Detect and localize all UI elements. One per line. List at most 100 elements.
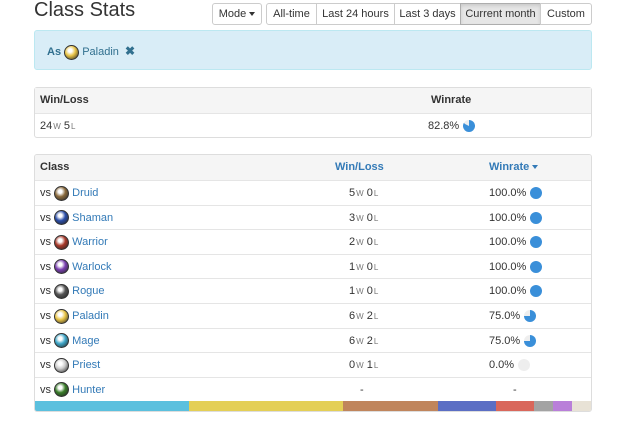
druid-icon [54, 185, 70, 201]
filter-alert: As Paladin ✖ [34, 30, 592, 70]
summary-row: 24W 5L 82.8% [35, 113, 591, 138]
class-table-header-row: Class Win/Loss Winrate [35, 155, 591, 180]
table-row: vs Paladin 6W 2L 75.0% [35, 302, 591, 328]
class-distribution-bar [35, 401, 591, 411]
vs-label: vs [40, 285, 51, 298]
table-row: vs Hunter - - [35, 376, 591, 402]
winrate-cell: 100.0% [489, 279, 543, 303]
vs-label: vs [40, 260, 51, 273]
class-link[interactable]: Shaman [72, 212, 113, 224]
class-cell: vs Rogue [40, 279, 105, 303]
shaman-icon [54, 210, 70, 226]
class-cell: vs Warlock [40, 255, 111, 279]
vs-label: vs [40, 309, 51, 322]
class-table-panel: Class Win/Loss Winrate vs Druid 5W 0L 100.… [34, 154, 592, 412]
summary-winloss: 24W 5L [40, 120, 76, 132]
class-cell: vs Priest [40, 353, 100, 377]
winrate-pie-icon [530, 211, 543, 224]
mode-dropdown-button[interactable]: Mode [212, 3, 262, 25]
class-cell: vs Shaman [40, 206, 113, 230]
class-link[interactable]: Paladin [72, 310, 109, 322]
distribution-segment [553, 401, 573, 411]
winloss-column-header[interactable]: Win/Loss [335, 155, 384, 179]
winloss-cell: 2W 0L [349, 236, 379, 249]
vs-label: vs [40, 359, 51, 372]
winrate-cell: 100.0% [489, 255, 543, 279]
distribution-segment [437, 401, 497, 411]
paladin-icon [54, 308, 70, 324]
distribution-segment [343, 401, 438, 411]
range-button-all-time[interactable]: All-time [266, 3, 317, 25]
table-row: vs Druid 5W 0L 100.0% [35, 180, 591, 205]
class-cell: vs Paladin [40, 304, 109, 328]
summary-wins: 24 [40, 120, 53, 132]
class-link[interactable]: Rogue [72, 285, 104, 297]
vs-label: vs [40, 334, 51, 347]
warrior-icon [54, 234, 70, 250]
range-button-last-24-hours[interactable]: Last 24 hours [316, 3, 395, 25]
winrate-pie-icon [530, 285, 543, 298]
winrate-pie-icon [524, 334, 537, 347]
mode-label: Mode [218, 8, 247, 20]
winloss-cell: - [360, 383, 364, 396]
filter-prefix: As [47, 46, 62, 58]
hunter-icon [54, 382, 70, 398]
mage-icon [54, 333, 70, 349]
winrate-cell: 100.0% [489, 206, 543, 230]
class-cell: vs Hunter [40, 378, 105, 402]
rogue-icon [54, 283, 70, 299]
table-row: vs Warrior 2W 0L 100.0% [35, 229, 591, 254]
vs-label: vs [40, 383, 51, 396]
range-button-current-month[interactable]: Current month [460, 3, 541, 25]
class-table-body: vs Druid 5W 0L 100.0% vs Shaman 3W 0L 100.0% v… [35, 180, 591, 401]
winrate-pie-icon [518, 359, 531, 372]
winrate-pie-icon [524, 310, 537, 323]
winrate-cell: 100.0% [489, 230, 543, 254]
page-title: Class Stats [34, 0, 136, 21]
summary-winloss-header: Win/Loss [40, 94, 89, 106]
winloss-cell: 0W 1L [349, 359, 379, 372]
class-link[interactable]: Warlock [72, 261, 111, 273]
winrate-pie-icon [530, 236, 543, 249]
vs-label: vs [40, 187, 51, 199]
range-button-last-3-days[interactable]: Last 3 days [394, 3, 461, 25]
winrate-pie-icon [463, 120, 476, 133]
winrate-cell: - [513, 383, 517, 396]
class-cell: vs Druid [40, 181, 98, 205]
vs-label: vs [40, 211, 51, 224]
winloss-cell: 6W 2L [349, 309, 379, 322]
winloss-cell: 5W 0L [349, 187, 379, 199]
paladin-icon [64, 44, 80, 60]
class-cell: vs Warrior [40, 230, 108, 254]
warlock-icon [54, 259, 70, 275]
vs-label: vs [40, 236, 51, 249]
winrate-cell: 100.0% [489, 181, 543, 205]
filter-class-name: Paladin [82, 46, 119, 58]
distribution-segment [35, 401, 189, 411]
distribution-segment [572, 401, 591, 411]
class-link[interactable]: Warrior [72, 236, 108, 248]
close-icon[interactable]: ✖ [125, 44, 135, 58]
range-button-custom[interactable]: Custom [540, 3, 592, 25]
sort-desc-icon [532, 165, 539, 170]
distribution-segment [496, 401, 535, 411]
class-link[interactable]: Mage [72, 335, 100, 347]
summary-winrate: 82.8% [428, 114, 476, 138]
winrate-column-header[interactable]: Winrate [489, 155, 539, 179]
class-cell: vs Mage [40, 329, 100, 353]
winloss-cell: 1W 0L [349, 260, 379, 273]
distribution-segment [189, 401, 343, 411]
winloss-cell: 3W 0L [349, 211, 379, 224]
table-row: vs Shaman 3W 0L 100.0% [35, 204, 591, 230]
summary-panel: Win/Loss Winrate 24W 5L 82.8% [34, 87, 592, 138]
class-link[interactable]: Druid [72, 187, 98, 199]
winrate-cell: 0.0% [489, 353, 531, 377]
summary-header-row: Win/Loss Winrate [35, 88, 591, 113]
winloss-cell: 1W 0L [349, 285, 379, 298]
table-row: vs Rogue 1W 0L 100.0% [35, 278, 591, 303]
class-link[interactable]: Priest [72, 359, 100, 371]
class-column-header: Class [40, 161, 70, 173]
winrate-cell: 75.0% [489, 304, 537, 328]
table-row: vs Priest 0W 1L 0.0% [35, 352, 591, 377]
class-link[interactable]: Hunter [72, 384, 105, 396]
